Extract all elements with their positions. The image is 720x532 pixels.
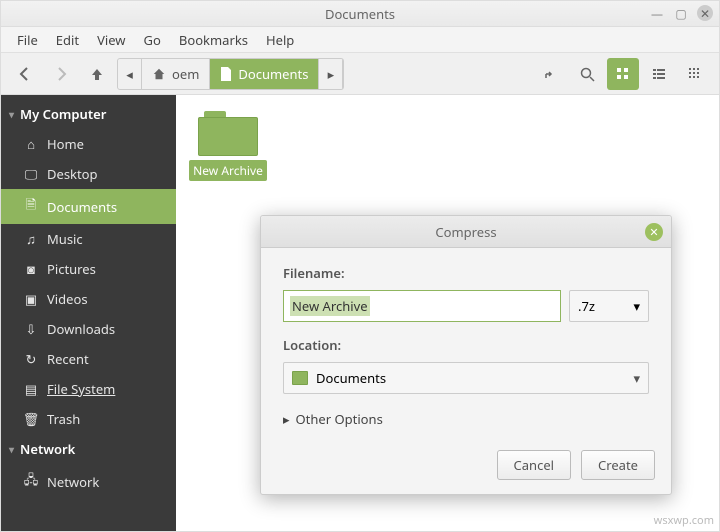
path-back-caret[interactable]: ◂ xyxy=(118,59,142,89)
minimize-icon[interactable]: — xyxy=(649,5,665,21)
sidebar-item-downloads[interactable]: ⇩ Downloads xyxy=(1,314,176,344)
home-icon xyxy=(152,67,166,81)
window-controls: — ▢ ✕ xyxy=(649,5,713,21)
pictures-icon: ◙ xyxy=(23,260,39,278)
location-select[interactable]: Documents ▾ xyxy=(283,362,649,394)
sidebar-item-label: Videos xyxy=(47,290,88,308)
desktop-icon: 🖵 xyxy=(23,165,39,183)
menu-bookmarks[interactable]: Bookmarks xyxy=(171,29,256,51)
icon-view-button[interactable] xyxy=(607,58,639,90)
document-icon xyxy=(220,67,232,81)
dialog-body: Filename: New Archive .7z ▾ Location: Do… xyxy=(261,248,671,440)
sidebar-header-network-label: Network xyxy=(20,440,75,458)
location-label: Location: xyxy=(283,336,649,354)
path-home-label: oem xyxy=(172,65,199,83)
close-icon[interactable]: ✕ xyxy=(697,5,713,21)
location-value: Documents xyxy=(316,369,386,387)
dialog-footer: Cancel Create xyxy=(261,440,671,494)
chevron-right-icon: ▸ xyxy=(283,410,290,428)
path-current-label: Documents xyxy=(238,65,308,83)
extension-value: .7z xyxy=(578,297,595,315)
sidebar-item-pictures[interactable]: ◙ Pictures xyxy=(1,254,176,284)
filesystem-icon: ▤ xyxy=(23,380,39,398)
watermark: wsxwp.com xyxy=(654,513,714,528)
window-title: Documents xyxy=(325,5,395,23)
sidebar-item-label: Trash xyxy=(47,410,80,428)
file-item[interactable]: New Archive xyxy=(192,111,264,181)
sidebar-header-computer[interactable]: ▾ My Computer xyxy=(1,99,176,129)
sidebar-item-label: Documents xyxy=(47,198,117,216)
menu-view[interactable]: View xyxy=(89,29,133,51)
downloads-icon: ⇩ xyxy=(23,320,39,338)
sidebar-item-videos[interactable]: ▣ Videos xyxy=(1,284,176,314)
compress-dialog: Compress ✕ Filename: New Archive .7z ▾ L… xyxy=(260,215,672,495)
path-current[interactable]: Documents xyxy=(210,59,319,89)
titlebar: Documents — ▢ ✕ xyxy=(1,1,719,27)
sidebar-item-filesystem[interactable]: ▤ File System xyxy=(1,374,176,404)
other-options-expander[interactable]: ▸ Other Options xyxy=(283,410,649,428)
sidebar-item-label: File System xyxy=(47,380,115,398)
menu-edit[interactable]: Edit xyxy=(48,29,87,51)
menu-help[interactable]: Help xyxy=(258,29,302,51)
menu-file[interactable]: File xyxy=(9,29,46,51)
sidebar-item-trash[interactable]: 🗑 Trash xyxy=(1,404,176,434)
sidebar-item-label: Desktop xyxy=(47,165,98,183)
sidebar-header-computer-label: My Computer xyxy=(20,105,106,123)
compact-view-button[interactable] xyxy=(679,58,711,90)
dialog-title: Compress xyxy=(435,223,496,241)
sidebar-item-label: Music xyxy=(47,230,83,248)
maximize-icon[interactable]: ▢ xyxy=(673,5,689,21)
sidebar-item-label: Downloads xyxy=(47,320,115,338)
folder-icon xyxy=(198,111,258,156)
dialog-close-button[interactable]: ✕ xyxy=(645,223,663,241)
sidebar-item-label: Network xyxy=(47,473,99,491)
path-forward-caret[interactable]: ▸ xyxy=(319,59,343,89)
chevron-down-icon: ▾ xyxy=(9,442,14,456)
chevron-down-icon: ▾ xyxy=(633,369,640,387)
toggle-location-button[interactable] xyxy=(535,58,567,90)
list-view-button[interactable] xyxy=(643,58,675,90)
toolbar: ◂ oem Documents ▸ xyxy=(1,53,719,95)
sidebar: ▾ My Computer ⌂Home 🖵Desktop 🗎Documents … xyxy=(1,95,176,531)
sidebar-item-network[interactable]: 🖧 Network xyxy=(1,464,176,499)
menu-go[interactable]: Go xyxy=(136,29,169,51)
sidebar-item-music[interactable]: ♫ Music xyxy=(1,224,176,254)
sidebar-item-label: Recent xyxy=(47,350,89,368)
sidebar-item-label: Home xyxy=(47,135,84,153)
recent-icon: ↻ xyxy=(23,350,39,368)
filename-input[interactable]: New Archive xyxy=(283,290,561,322)
document-icon: 🗎 xyxy=(23,195,39,218)
menubar: File Edit View Go Bookmarks Help xyxy=(1,27,719,53)
back-button[interactable] xyxy=(9,58,41,90)
file-label: New Archive xyxy=(189,160,267,181)
chevron-down-icon: ▾ xyxy=(9,107,14,121)
sidebar-header-network[interactable]: ▾ Network xyxy=(1,434,176,464)
extension-select[interactable]: .7z ▾ xyxy=(569,290,649,322)
path-bar: ◂ oem Documents ▸ xyxy=(117,58,344,90)
sidebar-item-recent[interactable]: ↻ Recent xyxy=(1,344,176,374)
filename-value: New Archive xyxy=(290,296,370,316)
videos-icon: ▣ xyxy=(23,290,39,308)
sidebar-item-documents[interactable]: 🗎 Documents xyxy=(1,189,176,224)
create-button[interactable]: Create xyxy=(581,450,655,480)
path-home[interactable]: oem xyxy=(142,59,210,89)
sidebar-item-desktop[interactable]: 🖵 Desktop xyxy=(1,159,176,189)
up-button[interactable] xyxy=(81,58,113,90)
folder-icon xyxy=(292,371,308,385)
cancel-button[interactable]: Cancel xyxy=(497,450,571,480)
music-icon: ♫ xyxy=(23,230,39,248)
other-options-label: Other Options xyxy=(296,410,383,428)
trash-icon: 🗑 xyxy=(23,410,39,428)
chevron-down-icon: ▾ xyxy=(633,297,640,315)
sidebar-item-label: Pictures xyxy=(47,260,96,278)
sidebar-item-home[interactable]: ⌂ Home xyxy=(1,129,176,159)
search-button[interactable] xyxy=(571,58,603,90)
filename-label: Filename: xyxy=(283,264,649,282)
network-icon: 🖧 xyxy=(23,470,39,493)
forward-button[interactable] xyxy=(45,58,77,90)
home-icon: ⌂ xyxy=(23,135,39,153)
dialog-titlebar: Compress ✕ xyxy=(261,216,671,248)
